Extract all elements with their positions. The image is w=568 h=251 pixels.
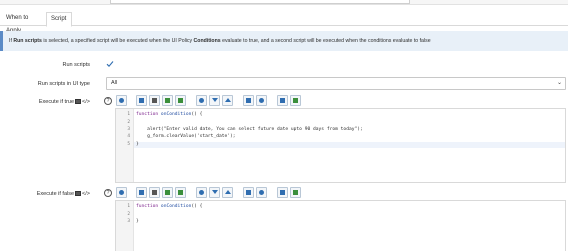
expand-icon <box>246 190 251 195</box>
script-editor-false[interactable]: 1 function onCondition() { 2 3} <box>115 200 566 251</box>
replace-all-icon <box>178 98 183 103</box>
ui-type-select[interactable]: All ⌄ <box>106 77 566 90</box>
ui-type-value: All <box>111 80 118 86</box>
run-scripts-checkbox[interactable] <box>106 60 114 68</box>
keyword: function <box>136 112 159 117</box>
execute-if-true-text: Execute if true <box>38 99 75 105</box>
line-code: function onCondition() { <box>136 204 203 209</box>
line-code: function onCondition() { <box>136 112 203 117</box>
code-tag-icon: </> <box>82 99 90 105</box>
arrow-up-icon <box>225 190 231 194</box>
keyword: function <box>136 204 159 209</box>
comment-icon <box>139 98 144 103</box>
fullscreen-button[interactable] <box>243 187 254 198</box>
script-type-icon <box>75 191 82 197</box>
chevron-down-icon: ⌄ <box>556 80 562 86</box>
execute-if-false-label: Execute if false </> <box>37 191 90 197</box>
replace-all-button[interactable] <box>175 187 186 198</box>
tab-when-to-apply[interactable]: When to Apply <box>2 12 45 34</box>
check-script-icon <box>293 190 298 195</box>
help-circle-icon <box>259 98 264 103</box>
find-previous-button[interactable] <box>222 187 233 198</box>
find-next-button[interactable] <box>209 95 220 106</box>
tab-bar: When to Apply Script <box>0 12 568 34</box>
function-name: onCondition <box>160 112 192 117</box>
replace-all-icon <box>178 190 183 195</box>
replace-button[interactable] <box>162 95 173 106</box>
find-next-button[interactable] <box>209 187 220 198</box>
replace-all-button[interactable] <box>175 95 186 106</box>
info-middle: is selected, a specified script will be … <box>41 38 194 44</box>
script-debugger-button[interactable] <box>116 187 127 198</box>
format-icon <box>152 98 157 103</box>
line-code: alert("Enter valid date, You can select … <box>136 127 363 132</box>
format-code-button[interactable] <box>149 187 160 198</box>
replace-button[interactable] <box>162 187 173 198</box>
arrow-up-icon <box>225 98 231 102</box>
info-suffix: evaluate to true, and a second script wi… <box>220 38 431 44</box>
save-button[interactable] <box>277 95 288 106</box>
line-number: 2 <box>127 212 130 217</box>
save-icon <box>280 190 285 195</box>
debug-icon <box>119 98 124 103</box>
help-icon[interactable]: ? <box>104 97 112 105</box>
line-code: } <box>136 142 139 147</box>
save-icon <box>280 98 285 103</box>
script-editor-true[interactable]: 1 function onCondition() { 2 3 alert("Ent… <box>115 108 566 183</box>
help-icon[interactable]: ? <box>104 189 112 197</box>
fullscreen-button[interactable] <box>243 95 254 106</box>
line-number: 3 <box>127 127 130 132</box>
execute-if-false-text: Execute if false <box>36 191 75 197</box>
search-button[interactable] <box>196 95 207 106</box>
replace-icon <box>165 190 170 195</box>
checkmark-icon <box>106 61 114 68</box>
script-debugger-button[interactable] <box>116 95 127 106</box>
line-number: 5 <box>127 142 130 147</box>
toggle-comment-button[interactable] <box>136 95 147 106</box>
line-code: } <box>136 219 139 224</box>
debug-icon <box>119 190 124 195</box>
arrow-down-icon <box>212 190 218 194</box>
script-type-icon <box>75 99 82 105</box>
line-code: g_form.clearValue('start_date'); <box>136 134 236 139</box>
syntax-help-button[interactable] <box>256 187 267 198</box>
top-form-fragment <box>0 0 568 5</box>
code-tag-icon: </> <box>82 191 90 197</box>
check-script-icon <box>293 98 298 103</box>
save-button[interactable] <box>277 187 288 198</box>
find-previous-button[interactable] <box>222 95 233 106</box>
run-in-ui-type-label: Run scripts in UI type <box>37 81 90 87</box>
expand-icon <box>246 98 251 103</box>
search-button[interactable] <box>196 187 207 198</box>
syntax-help-button[interactable] <box>256 95 267 106</box>
line-number: 4 <box>127 134 130 139</box>
info-run-scripts: Run scripts <box>13 38 42 44</box>
search-icon <box>199 190 204 195</box>
info-conditions: Conditions <box>193 38 221 44</box>
arrow-down-icon <box>212 98 218 102</box>
field-fragment <box>110 0 410 4</box>
active-line <box>134 142 565 148</box>
help-circle-icon <box>259 190 264 195</box>
line-number: 2 <box>127 120 130 125</box>
info-message: If Run scripts is selected, a specified … <box>0 31 568 51</box>
validate-button[interactable] <box>290 95 301 106</box>
toggle-comment-button[interactable] <box>136 187 147 198</box>
validate-button[interactable] <box>290 187 301 198</box>
tab-script[interactable]: Script <box>46 12 72 27</box>
execute-if-true-label: Execute if true </> <box>39 99 90 105</box>
function-name: onCondition <box>160 204 192 209</box>
comment-icon <box>139 190 144 195</box>
format-icon <box>152 190 157 195</box>
line-number: 3 <box>127 219 130 224</box>
search-icon <box>199 98 204 103</box>
replace-icon <box>165 98 170 103</box>
line-number: 1 <box>127 204 130 209</box>
format-code-button[interactable] <box>149 95 160 106</box>
run-scripts-label: Run scripts <box>62 62 90 68</box>
line-number: 1 <box>127 112 130 117</box>
